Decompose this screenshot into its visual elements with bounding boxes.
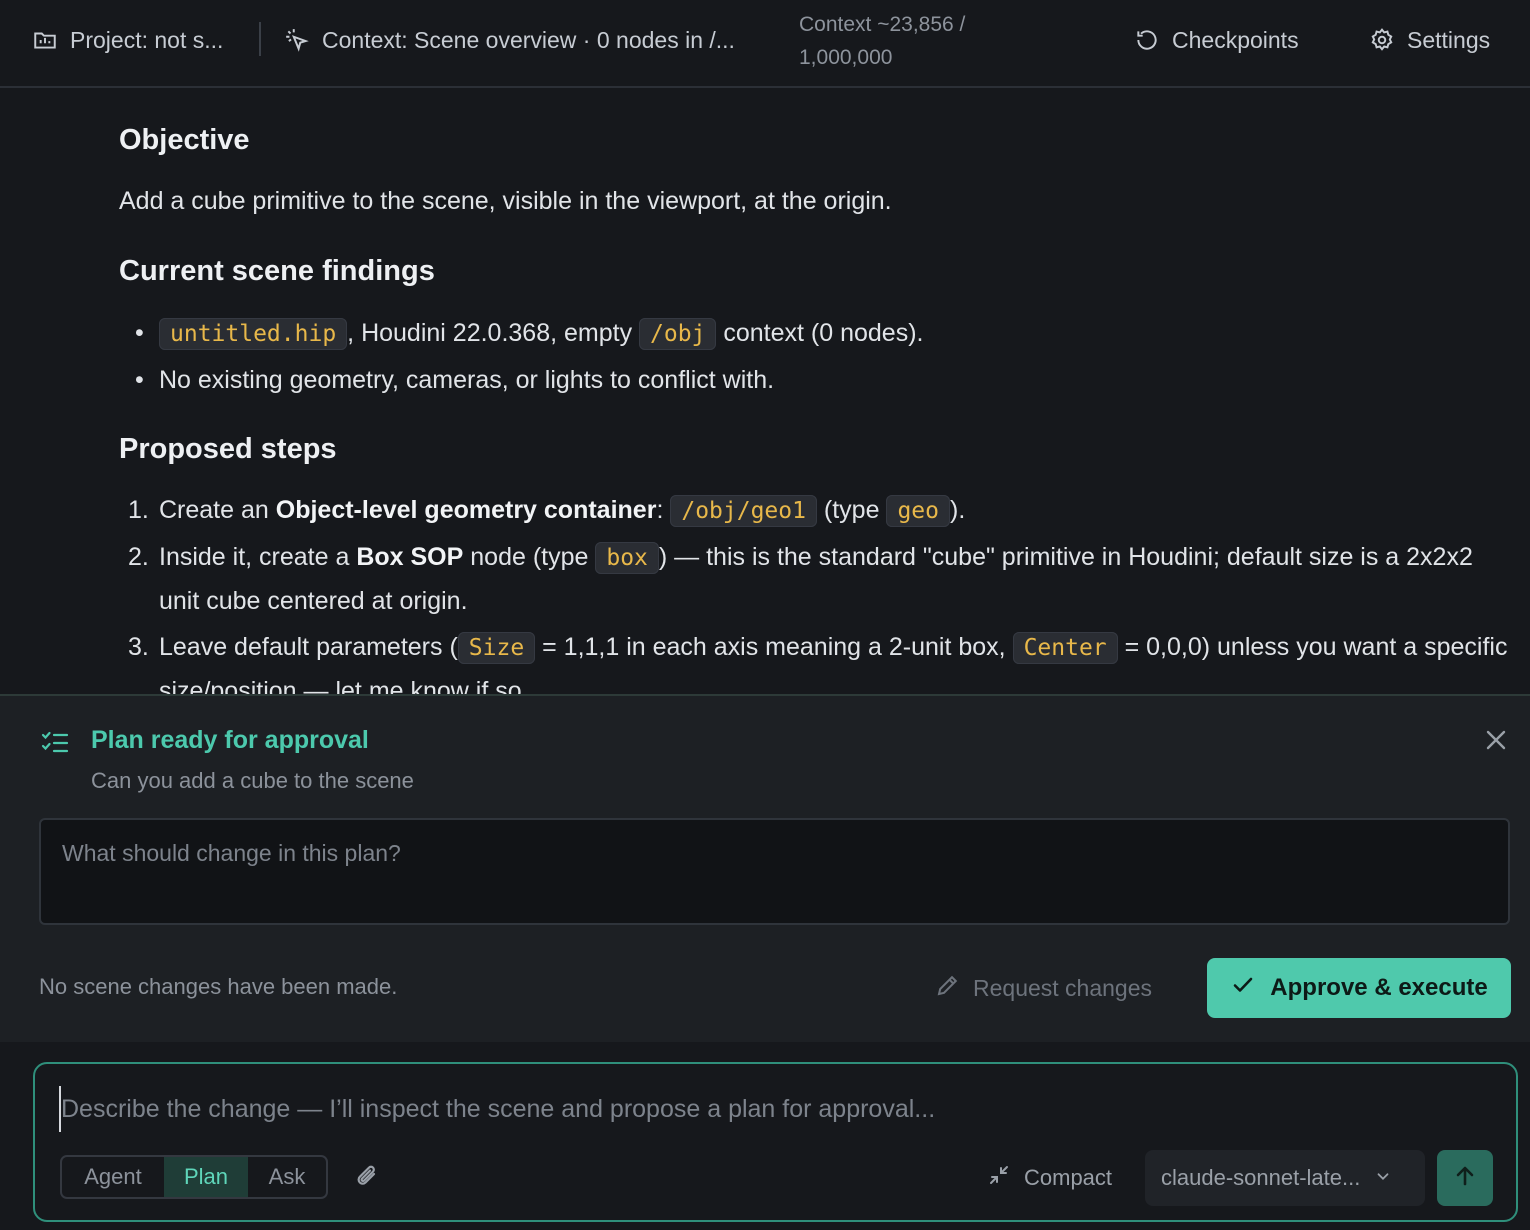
approval-title: Plan ready for approval [91, 726, 369, 754]
compact-label: Compact [1024, 1165, 1113, 1190]
step-item: 3. Leave default parameters (Size = 1,1,… [128, 632, 1508, 694]
findings-heading: Current scene findings [119, 255, 435, 287]
compact-arrows-icon [986, 1162, 1012, 1194]
send-button[interactable] [1437, 1150, 1493, 1206]
inline-code: geo [886, 495, 950, 527]
inline-code: Size [457, 632, 536, 664]
inline-code: /obj/geo1 [670, 495, 817, 527]
list-item: • untitled.hip, Houdini 22.0.368, empty … [135, 316, 923, 351]
approve-label: Approve & execute [1270, 974, 1488, 1001]
inline-code: box [595, 542, 659, 574]
project-selector[interactable]: Project: not s... [32, 22, 223, 58]
paperclip-icon[interactable] [353, 1162, 383, 1192]
mode-switcher: Agent Plan Ask [60, 1155, 328, 1199]
inline-code: /obj [639, 318, 717, 350]
request-changes-button[interactable]: Request changes [935, 972, 1152, 1004]
approval-subtitle: Can you add a cube to the scene [91, 768, 414, 793]
model-selector[interactable]: claude-sonnet-late... [1145, 1150, 1425, 1206]
objective-text: Add a cube primitive to the scene, visib… [119, 187, 892, 215]
objective-heading: Objective [119, 124, 250, 156]
step-item: 2. Inside it, create a Box SOP node (typ… [128, 542, 1473, 615]
cursor-click-icon [284, 27, 310, 53]
chevron-down-icon [1374, 1165, 1392, 1191]
arrow-up-icon [1452, 1163, 1478, 1194]
mode-ask[interactable]: Ask [248, 1157, 326, 1197]
context-label: Context: Scene overview · 0 nodes in /..… [322, 26, 735, 53]
context-count-line1: Context ~23,856 / [799, 13, 966, 36]
mode-agent[interactable]: Agent [62, 1157, 164, 1197]
approve-execute-button[interactable]: Approve & execute [1207, 958, 1511, 1018]
pencil-icon [935, 972, 961, 1004]
settings-button[interactable]: Settings [1369, 22, 1490, 58]
history-icon [1134, 27, 1160, 53]
checklist-icon [40, 728, 70, 758]
plan-content: Objective Add a cube primitive to the sc… [0, 90, 1530, 694]
check-icon [1230, 972, 1256, 1005]
steps-heading: Proposed steps [119, 433, 337, 465]
top-bar: Project: not s... Context: Scene overvie… [0, 0, 1530, 88]
context-token-count: Context ~23,856 / 1,000,000 [799, 8, 965, 74]
step-item: 1. Create an Object-level geometry conta… [128, 489, 1514, 533]
message-input[interactable] [59, 1086, 1483, 1132]
inline-code: Center [1012, 632, 1118, 664]
project-label: Project: not s... [70, 26, 224, 53]
context-selector[interactable]: Context: Scene overview · 0 nodes in /..… [284, 22, 735, 58]
list-item: • No existing geometry, cameras, or ligh… [135, 366, 775, 394]
folder-icon [32, 27, 58, 53]
close-icon[interactable] [1482, 726, 1510, 754]
mode-plan[interactable]: Plan [164, 1157, 248, 1197]
model-label: claude-sonnet-late... [1161, 1165, 1361, 1190]
request-changes-label: Request changes [973, 974, 1153, 1001]
gear-icon [1369, 27, 1395, 53]
context-count-line2: 1,000,000 [799, 46, 893, 69]
plan-feedback-field[interactable] [39, 818, 1510, 925]
plan-approval-panel: Plan ready for approval Can you add a cu… [0, 694, 1530, 1042]
topbar-divider [259, 22, 261, 56]
checkpoints-button[interactable]: Checkpoints [1134, 22, 1299, 58]
compact-button[interactable]: Compact [986, 1162, 1112, 1194]
inline-code: untitled.hip [159, 318, 348, 350]
scene-status-text: No scene changes have been made. [39, 974, 398, 999]
checkpoints-label: Checkpoints [1172, 26, 1299, 53]
settings-label: Settings [1407, 26, 1491, 53]
message-composer: Agent Plan Ask Compact claude-sonnet-lat… [33, 1062, 1518, 1222]
